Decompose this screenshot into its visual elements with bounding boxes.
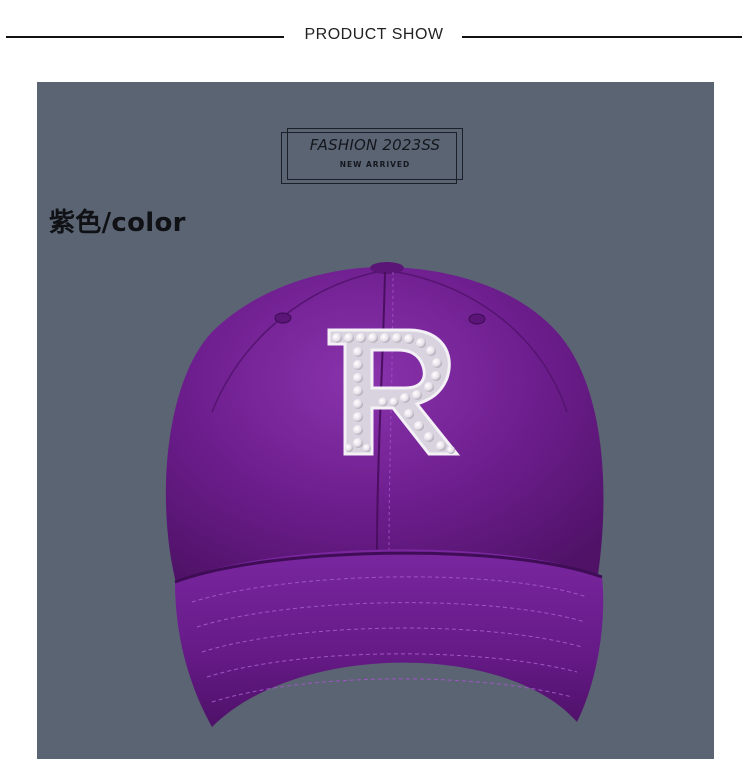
section-title: PRODUCT SHOW [304, 26, 444, 43]
section-header: PRODUCT SHOW [0, 0, 750, 72]
header-divider-left [6, 36, 284, 38]
badge-subtitle: NEW ARRIVED [339, 160, 411, 169]
cap-crown [165, 262, 604, 587]
badge-title: FASHION 2023SS [309, 136, 441, 154]
cap-brim [174, 549, 604, 727]
header-divider-right [462, 36, 742, 38]
fashion-badge: FASHION 2023SS NEW ARRIVED [281, 128, 463, 184]
color-label: 紫色/color [49, 208, 186, 238]
product-photo: FASHION 2023SS NEW ARRIVED 紫色/color [37, 82, 714, 759]
